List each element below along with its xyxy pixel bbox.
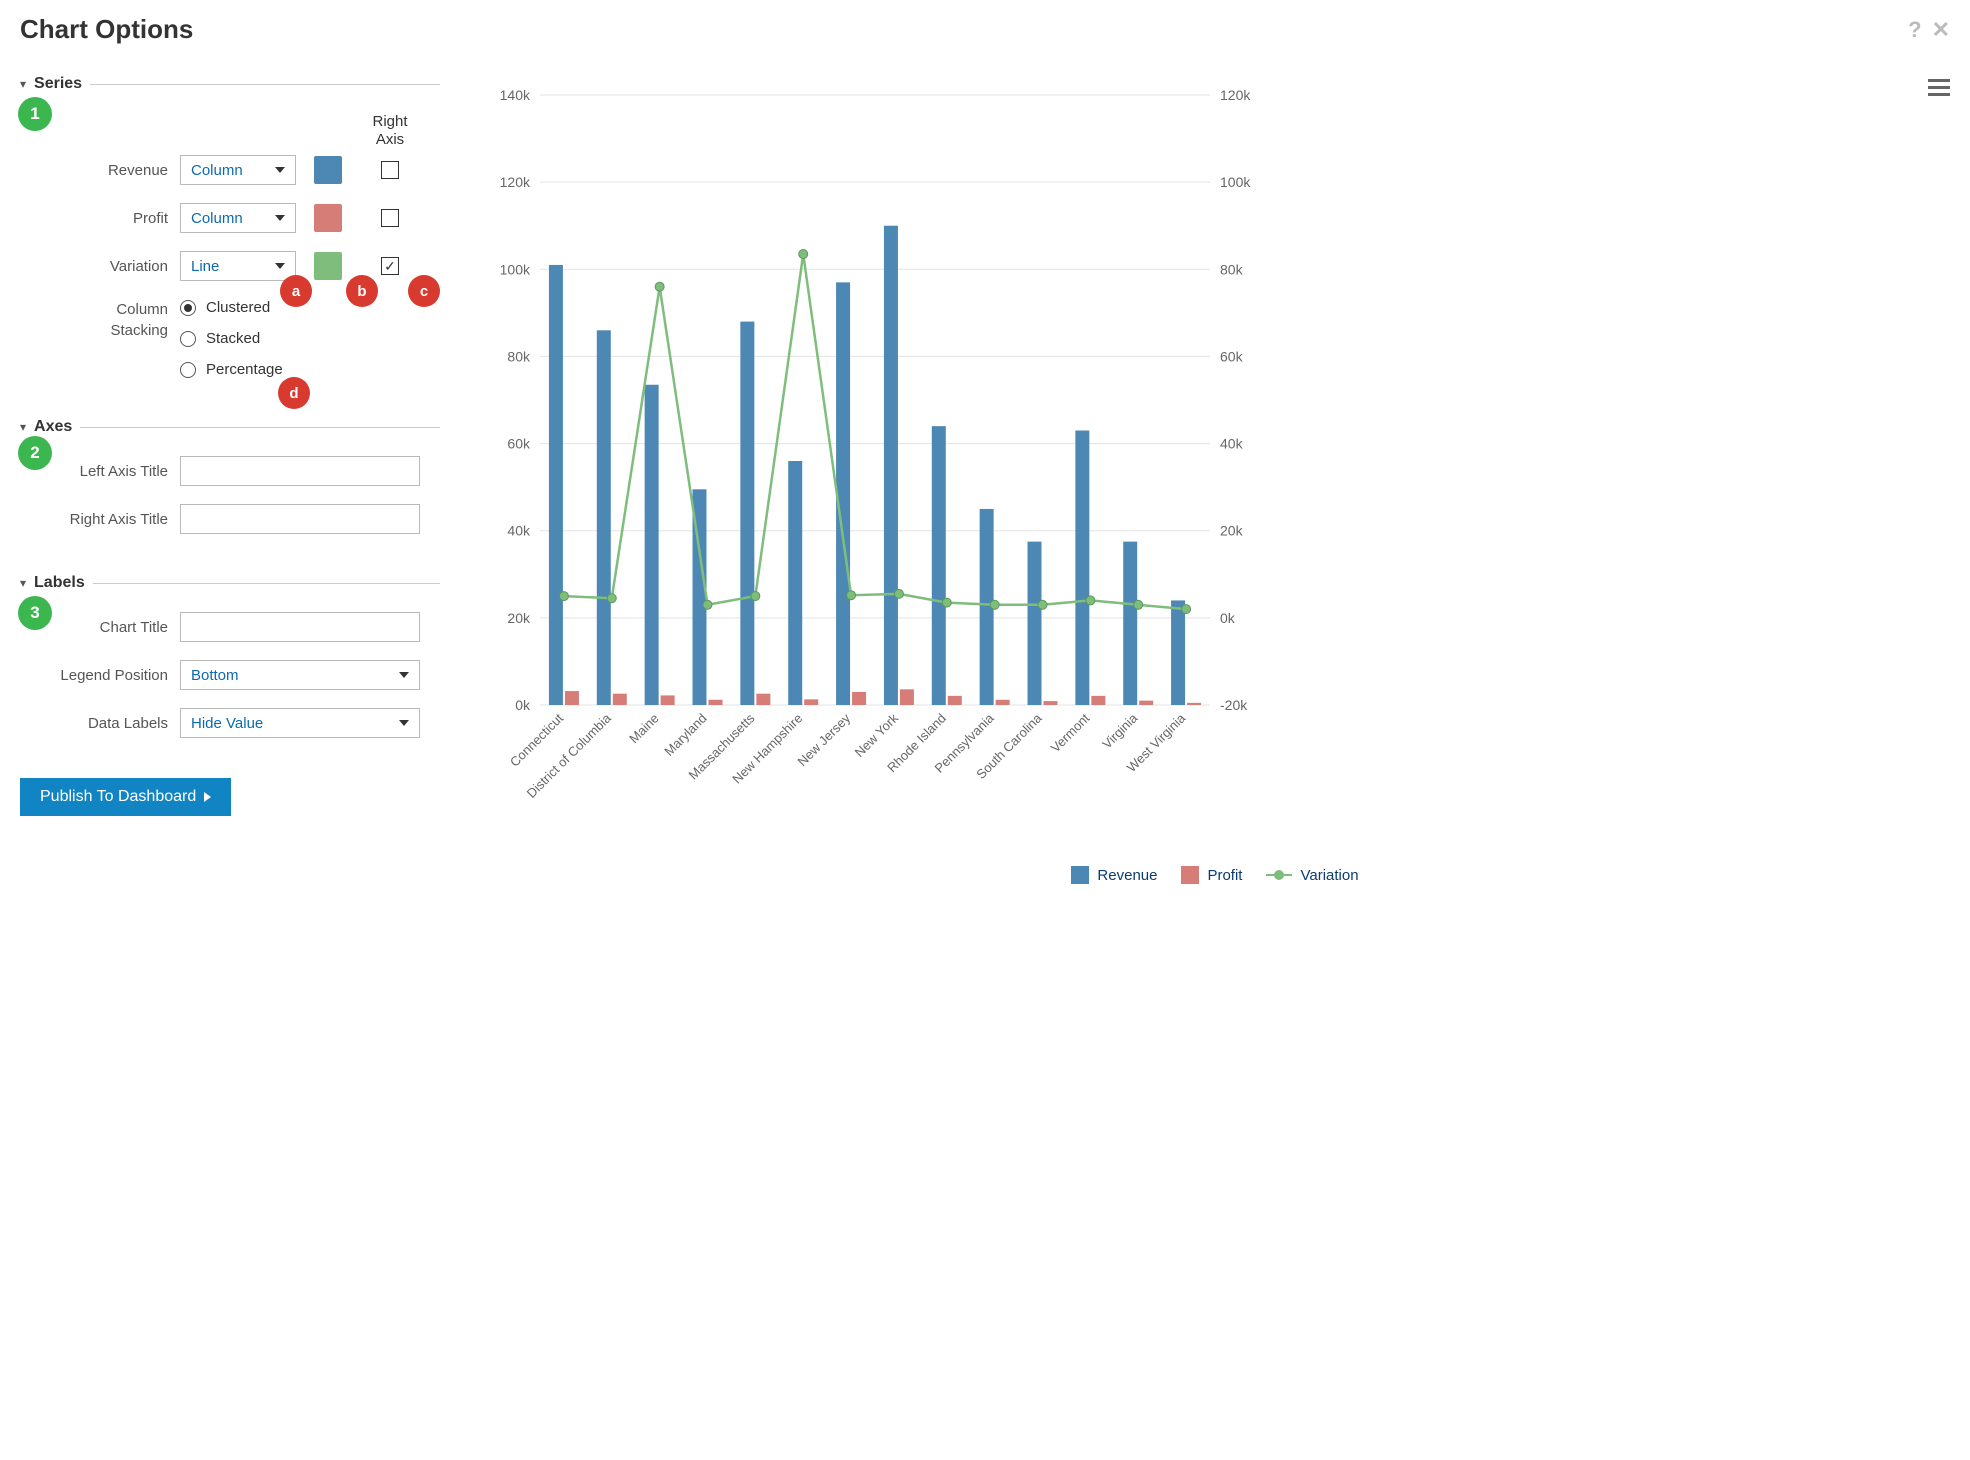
chart-legend: Revenue Profit Variation	[480, 866, 1950, 884]
legend-variation[interactable]: Variation	[1266, 866, 1358, 884]
svg-text:40k: 40k	[507, 523, 531, 539]
data-labels-select[interactable]: Hide Value	[180, 708, 420, 738]
svg-text:80k: 80k	[507, 348, 531, 364]
svg-text:40k: 40k	[1220, 436, 1244, 452]
badge-labels: 3	[18, 596, 52, 630]
svg-text:100k: 100k	[1220, 174, 1251, 190]
series-section: 1 ▾ Series Right Axis	[20, 75, 440, 378]
svg-text:60k: 60k	[1220, 348, 1244, 364]
divider	[90, 84, 440, 85]
series-label-profit: Profit	[20, 210, 180, 227]
right-axis-checkbox-revenue[interactable]	[381, 161, 399, 179]
chevron-down-icon[interactable]: ▾	[20, 420, 26, 434]
svg-text:120k: 120k	[1220, 87, 1251, 103]
series-type-revenue[interactable]: Column	[180, 155, 296, 185]
divider	[80, 427, 440, 428]
svg-text:20k: 20k	[1220, 523, 1244, 539]
svg-text:Virginia: Virginia	[1099, 710, 1141, 752]
column-stacking-label: Column Stacking	[20, 299, 180, 341]
color-swatch-variation[interactable]	[314, 252, 342, 280]
series-type-variation[interactable]: Line	[180, 251, 296, 281]
color-swatch-revenue[interactable]	[314, 156, 342, 184]
help-icon[interactable]: ?	[1908, 17, 1921, 43]
right-axis-checkbox-variation[interactable]: ✓	[381, 257, 399, 275]
badge-series: 1	[18, 97, 52, 131]
series-type-profit[interactable]: Column	[180, 203, 296, 233]
chevron-down-icon[interactable]: ▾	[20, 576, 26, 590]
right-axis-title-label: Right Axis Title	[20, 511, 180, 528]
chart-container: 0k 20k 40k 60k 80k 100k 120k 140k -20k 0k 20k 40k 60…	[480, 85, 1950, 884]
radio-percentage[interactable]: Percentage	[180, 361, 283, 378]
chart-title-input[interactable]	[180, 612, 420, 642]
header: Chart Options ? ✕	[20, 14, 1950, 45]
svg-text:140k: 140k	[500, 87, 531, 103]
axes-header: Axes	[34, 418, 72, 436]
publish-button[interactable]: Publish To Dashboard	[20, 778, 231, 816]
chevron-down-icon[interactable]: ▾	[20, 77, 26, 91]
svg-text:0k: 0k	[1220, 610, 1236, 626]
svg-text:District of Columbia: District of Columbia	[524, 710, 615, 801]
right-axis-checkbox-profit[interactable]	[381, 209, 399, 227]
svg-text:80k: 80k	[1220, 261, 1244, 277]
svg-text:New York: New York	[852, 710, 902, 760]
legend-position-label: Legend Position	[20, 667, 180, 684]
data-labels-label: Data Labels	[20, 715, 180, 732]
left-axis-title-input[interactable]	[180, 456, 420, 486]
annotation-d: d	[278, 377, 310, 409]
right-axis-header: Right Axis	[360, 113, 420, 149]
svg-text:Maryland: Maryland	[661, 711, 709, 759]
svg-text:20k: 20k	[507, 610, 531, 626]
labels-header: Labels	[34, 574, 85, 592]
series-header: Series	[34, 75, 82, 93]
svg-text:120k: 120k	[500, 174, 531, 190]
series-label-revenue: Revenue	[20, 162, 180, 179]
labels-section: 3 ▾ Labels Chart Title Legend Position B…	[20, 574, 440, 738]
axes-section: 2 ▾ Axes Left Axis Title Right Axis Titl…	[20, 418, 440, 534]
svg-text:New Jersey: New Jersey	[795, 710, 854, 769]
radio-stacked[interactable]: Stacked	[180, 330, 283, 347]
svg-text:Maine: Maine	[626, 711, 662, 747]
svg-text:0k: 0k	[515, 697, 531, 713]
right-axis-title-input[interactable]	[180, 504, 420, 534]
color-swatch-profit[interactable]	[314, 204, 342, 232]
page-title: Chart Options	[20, 14, 193, 45]
divider	[93, 583, 440, 584]
close-icon[interactable]: ✕	[1932, 17, 1950, 43]
legend-profit[interactable]: Profit	[1181, 866, 1242, 884]
svg-text:60k: 60k	[507, 436, 531, 452]
svg-text:Vermont: Vermont	[1048, 710, 1093, 755]
legend-position-select[interactable]: Bottom	[180, 660, 420, 690]
header-icons: ? ✕	[1908, 17, 1950, 43]
svg-text:-20k: -20k	[1220, 697, 1248, 713]
badge-axes: 2	[18, 436, 52, 470]
chart-panel: 0k 20k 40k 60k 80k 100k 120k 140k -20k 0k 20k 40k 60…	[480, 75, 1950, 884]
options-panel: 1 ▾ Series Right Axis	[20, 75, 440, 884]
chart-svg: 0k 20k 40k 60k 80k 100k 120k 140k -20k 0k 20k 40k 60…	[480, 85, 1270, 845]
svg-text:100k: 100k	[500, 261, 531, 277]
radio-clustered[interactable]: Clustered	[180, 299, 283, 316]
column-stacking-group: Clustered Stacked Percentage	[180, 299, 283, 378]
legend-revenue[interactable]: Revenue	[1071, 866, 1157, 884]
series-label-variation: Variation	[20, 258, 180, 275]
